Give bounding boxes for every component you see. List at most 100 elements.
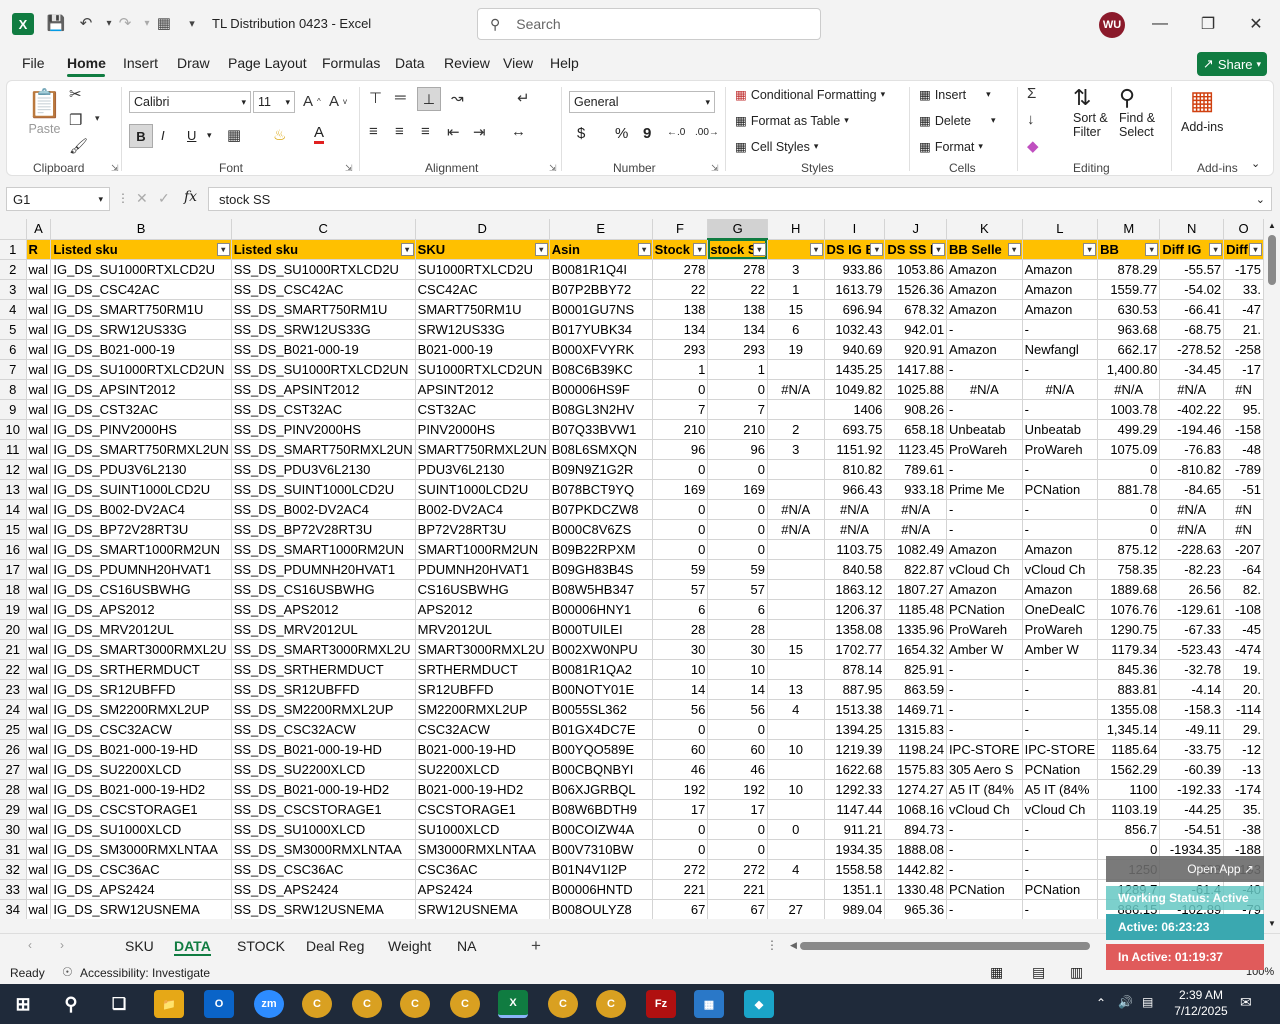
table-cell[interactable]: 933.18 bbox=[884, 479, 948, 500]
table-cell[interactable]: 28 bbox=[652, 619, 709, 640]
increase-indent-icon[interactable]: ⇥ bbox=[473, 123, 486, 141]
format-painter-icon[interactable]: 🖌 bbox=[69, 137, 88, 155]
table-cell[interactable]: -402.22 bbox=[1159, 399, 1225, 420]
menu-home[interactable]: Home bbox=[67, 55, 106, 71]
chrome-icon[interactable]: C bbox=[352, 990, 382, 1018]
table-cell[interactable]: IG_DS_CSCSTORAGE1 bbox=[50, 799, 232, 820]
table-cell[interactable]: -68.75 bbox=[1159, 319, 1225, 340]
table-cell[interactable]: B00COIZW4A bbox=[549, 819, 653, 840]
table-cell[interactable]: - bbox=[1022, 359, 1099, 380]
table-cell[interactable]: #N/A bbox=[767, 499, 825, 520]
table-cell[interactable]: 3 bbox=[767, 259, 825, 280]
table-cell[interactable]: Unbeatab bbox=[1022, 419, 1099, 440]
table-cell[interactable]: Amazon bbox=[946, 579, 1023, 600]
table-cell[interactable]: -13 bbox=[1223, 759, 1264, 780]
table-cell[interactable]: 894.73 bbox=[884, 819, 948, 840]
table-cell[interactable]: -17 bbox=[1223, 359, 1264, 380]
table-cell[interactable]: -194.46 bbox=[1159, 419, 1225, 440]
table-cell[interactable]: PCNation bbox=[1022, 759, 1099, 780]
table-cell[interactable]: 3 bbox=[767, 439, 825, 460]
table-cell[interactable]: -45 bbox=[1223, 619, 1264, 640]
table-cell[interactable]: #N/A bbox=[1159, 379, 1225, 400]
table-cell[interactable]: 278 bbox=[707, 259, 768, 280]
table-cell[interactable] bbox=[767, 659, 825, 680]
table-cell[interactable]: 272 bbox=[707, 859, 768, 880]
table-cell[interactable]: Amazon bbox=[1022, 299, 1099, 320]
table-cell[interactable] bbox=[767, 459, 825, 480]
table-cell[interactable]: SS_DS_B002-DV2AC4 bbox=[231, 499, 416, 520]
table-cell[interactable]: IG_DS_B002-DV2AC4 bbox=[50, 499, 232, 520]
table-cell[interactable]: -38 bbox=[1223, 819, 1264, 840]
table-cell[interactable]: 56 bbox=[707, 699, 768, 720]
table-cell[interactable]: 856.7 bbox=[1097, 819, 1161, 840]
table-cell[interactable]: wal bbox=[26, 279, 52, 300]
table-cell[interactable]: 1330.48 bbox=[884, 879, 948, 900]
table-cell[interactable]: SU1000XLCD bbox=[415, 819, 550, 840]
table-cell[interactable]: - bbox=[1022, 399, 1099, 420]
table-cell[interactable]: IG_DS_APS2424 bbox=[50, 879, 232, 900]
table-cell[interactable]: 499.29 bbox=[1097, 419, 1161, 440]
table-cell[interactable]: 1049.82 bbox=[824, 379, 886, 400]
orientation-icon[interactable]: ↝ bbox=[451, 89, 464, 107]
table-cell[interactable]: IG_DS_SM3000RMXLNTAA bbox=[50, 839, 232, 860]
table-cell[interactable]: 940.69 bbox=[824, 339, 886, 360]
table-cell[interactable]: B06XJGRBQL bbox=[549, 779, 653, 800]
table-cell[interactable]: PCNation bbox=[1022, 479, 1099, 500]
table-cell[interactable]: B021-000-19-HD2 bbox=[415, 779, 550, 800]
spreadsheet-grid[interactable]: A B C D E F G H I J K L M N O 1 R Listed sku ▾ Listed sku ▾ S… bbox=[0, 219, 1264, 919]
table-cell[interactable]: 59 bbox=[652, 559, 709, 580]
open-app-button[interactable]: Open App ↗ bbox=[1106, 856, 1264, 882]
table-cell[interactable]: -192.33 bbox=[1159, 779, 1225, 800]
table-cell[interactable]: 46 bbox=[652, 759, 709, 780]
network-icon[interactable]: ▤ bbox=[1142, 995, 1153, 1009]
table-cell[interactable]: -67.33 bbox=[1159, 619, 1225, 640]
table-cell[interactable]: Amazon bbox=[946, 299, 1023, 320]
table-cell[interactable]: #N/A bbox=[1022, 379, 1099, 400]
row-header[interactable]: 29 bbox=[0, 799, 27, 820]
table-cell[interactable]: SS_DS_CSC36AC bbox=[231, 859, 416, 880]
row-header[interactable]: 19 bbox=[0, 599, 27, 620]
table-cell[interactable]: - bbox=[1022, 679, 1099, 700]
row-header[interactable]: 3 bbox=[0, 279, 27, 300]
table-cell[interactable]: B09B22RPXM bbox=[549, 539, 653, 560]
table-cell[interactable]: 1469.71 bbox=[884, 699, 948, 720]
menu-draw[interactable]: Draw bbox=[177, 55, 210, 71]
table-cell[interactable]: 278 bbox=[652, 259, 709, 280]
table-cell[interactable]: Amazon bbox=[1022, 539, 1099, 560]
table-cell[interactable]: - bbox=[1022, 699, 1099, 720]
table-cell[interactable]: SMART750RM1U bbox=[415, 299, 550, 320]
table-cell[interactable]: 845.36 bbox=[1097, 659, 1161, 680]
table-cell[interactable]: wal bbox=[26, 559, 52, 580]
insert-function-icon[interactable]: fx bbox=[184, 189, 197, 205]
table-cell[interactable]: 0 bbox=[652, 499, 709, 520]
column-title[interactable]: ▾ bbox=[1022, 239, 1099, 260]
table-cell[interactable]: 1206.37 bbox=[824, 599, 886, 620]
table-cell[interactable]: SS_DS_SMART750RM1U bbox=[231, 299, 416, 320]
table-cell[interactable]: 272 bbox=[652, 859, 709, 880]
table-cell[interactable]: SS_DS_SM2200RMXL2UP bbox=[231, 699, 416, 720]
wrap-text-icon[interactable]: ↵ bbox=[517, 89, 530, 107]
align-top-icon[interactable]: ⊤ bbox=[369, 89, 382, 107]
file-explorer-icon[interactable]: 📁 bbox=[154, 990, 184, 1018]
table-cell[interactable]: CS16USBWHG bbox=[415, 579, 550, 600]
table-cell[interactable]: 1394.25 bbox=[824, 719, 886, 740]
table-cell[interactable]: 678.32 bbox=[884, 299, 948, 320]
row-header[interactable]: 11 bbox=[0, 439, 27, 460]
column-header[interactable]: F bbox=[652, 219, 709, 240]
scroll-up-icon[interactable]: ▲ bbox=[1268, 221, 1276, 230]
name-box[interactable]: G1 ▾ bbox=[6, 187, 110, 211]
decrease-indent-icon[interactable]: ⇤ bbox=[447, 123, 460, 141]
table-cell[interactable]: SS_DS_CSC42AC bbox=[231, 279, 416, 300]
table-cell[interactable]: 0 bbox=[652, 719, 709, 740]
column-header[interactable]: G bbox=[707, 219, 768, 240]
undo-icon[interactable]: ↶ bbox=[75, 12, 97, 34]
table-cell[interactable] bbox=[767, 599, 825, 620]
table-cell[interactable]: B002XW0NPU bbox=[549, 639, 653, 660]
table-cell[interactable]: wal bbox=[26, 439, 52, 460]
table-cell[interactable]: - bbox=[1022, 899, 1099, 919]
table-cell[interactable]: 293 bbox=[652, 339, 709, 360]
column-title[interactable]: Stock I ▾ bbox=[652, 239, 709, 260]
column-header[interactable]: L bbox=[1022, 219, 1099, 240]
menu-insert[interactable]: Insert bbox=[123, 55, 158, 71]
merge-center-icon[interactable]: ↔ bbox=[511, 123, 526, 140]
